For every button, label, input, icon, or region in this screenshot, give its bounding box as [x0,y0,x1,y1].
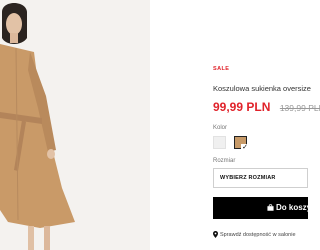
store-availability-link[interactable]: Sprawdź dostępność w salonie [213,231,296,238]
color-swatch-white[interactable] [213,136,226,149]
size-label: Rozmiar [213,158,236,164]
store-availability-text: Sprawdź dostępność w salonie [220,231,296,238]
sale-badge: SALE [213,66,230,72]
product-photo[interactable] [0,0,150,250]
location-pin-icon [213,231,218,238]
price-row: 99,99 PLN 139,99 PLN [213,98,320,116]
checkmark-icon: ✓ [241,144,249,152]
product-photo-illustration [0,0,150,250]
shopping-bag-icon [267,204,274,211]
add-to-cart-button[interactable]: Do koszyka [213,197,320,219]
add-to-cart-label: Do koszyka [276,203,320,212]
size-select-value: WYBIERZ ROZMIAR [220,175,276,181]
color-label: Kolor [213,125,228,131]
product-details: SALE Koszulowa sukienka oversize 99,99 P… [213,0,320,250]
size-select[interactable]: WYBIERZ ROZMIAR [213,168,308,188]
product-title: Koszulowa sukienka oversize [213,84,311,93]
color-swatch-camel[interactable]: ✓ [234,136,249,152]
current-price: 99,99 PLN [213,100,271,114]
old-price: 139,99 PLN [279,103,320,113]
